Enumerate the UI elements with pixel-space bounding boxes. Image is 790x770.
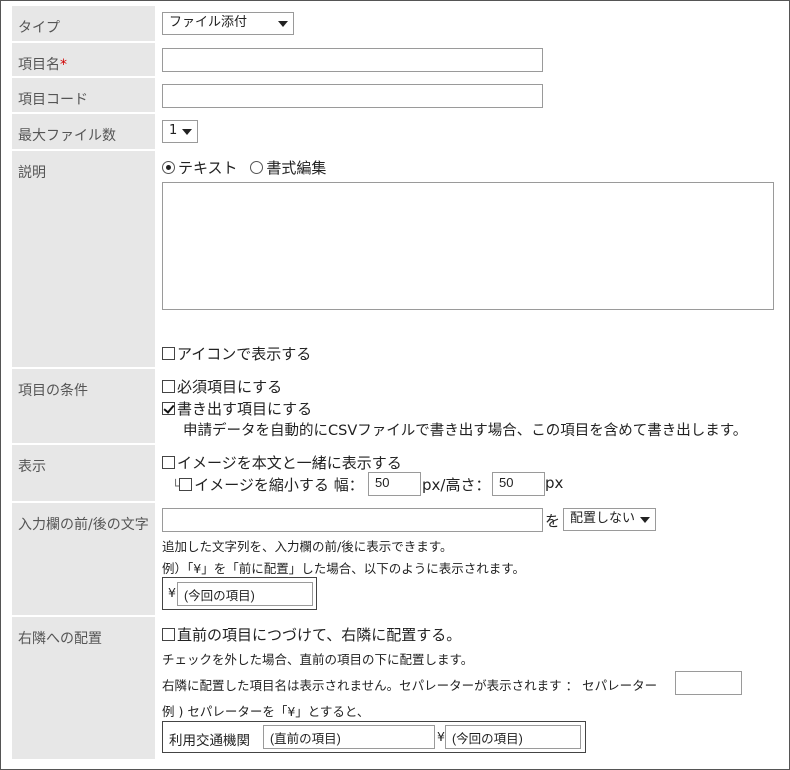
height-input[interactable]: 50 — [492, 472, 545, 496]
export-checkbox[interactable] — [162, 402, 175, 415]
right-placement-note-1: チェックを外した場合、直前の項目の下に配置します。 — [162, 652, 474, 667]
item-code-label: 項目コード — [18, 92, 88, 108]
tree-connector: └ — [172, 479, 180, 493]
px-label: px — [545, 474, 564, 492]
before-after-note-2: 例）「¥」を「前に配置」した場合、以下のように表示されます。 — [162, 561, 525, 576]
right-placement-label: 右隣への配置 — [18, 631, 102, 647]
right-placement-option[interactable]: 直前の項目につづけて、右隣に配置する。 — [162, 624, 461, 645]
chevron-down-icon — [640, 517, 650, 523]
show-icon-option[interactable]: アイコンで表示する — [162, 343, 311, 364]
row-label-type: タイプ — [12, 6, 155, 41]
before-after-label: 入力欄の前/後の文字 — [18, 517, 149, 533]
example-current-item-field-2: (今回の項目) — [445, 725, 581, 749]
item-name-label: 項目名* — [18, 54, 67, 74]
type-label: タイプ — [18, 20, 60, 36]
export-note: 申請データを自動的にCSVファイルで書き出す場合、この項目を含めて書き出します。 — [183, 423, 748, 439]
before-after-text-input[interactable] — [162, 508, 543, 532]
before-after-note-1: 追加した文字列を、入力欄の前/後に表示できます。 — [162, 539, 453, 554]
item-name-text: 項目名 — [18, 57, 60, 73]
max-files-value: 1 — [169, 123, 178, 138]
item-code-input[interactable] — [162, 84, 543, 108]
show-icon-label: アイコンで表示する — [177, 345, 312, 363]
radio-unselected-icon[interactable] — [250, 161, 264, 174]
radio-text-label: テキスト — [178, 159, 238, 177]
required-checkbox[interactable] — [162, 380, 175, 393]
max-files-select[interactable]: 1 — [162, 120, 198, 143]
export-label: 書き出す項目にする — [177, 400, 313, 418]
placement-select-value: 配置しない — [570, 511, 636, 526]
right-placement-note-2: 右隣に配置した項目名は表示されません。セパレーターが表示されます ： セパレータ… — [162, 678, 658, 693]
item-name-input[interactable] — [162, 48, 543, 72]
row-label-max-files: 最大ファイル数 — [12, 114, 155, 149]
type-select[interactable]: ファイル添付 — [162, 12, 294, 35]
width-label: 幅： — [333, 476, 364, 494]
description-textarea[interactable] — [162, 182, 774, 310]
required-label: 必須項目にする — [177, 378, 283, 396]
description-label: 説明 — [18, 165, 46, 181]
chevron-down-icon — [278, 21, 288, 27]
placement-select[interactable]: 配置しない — [563, 508, 656, 531]
radio-rich-label: 書式編集 — [266, 159, 327, 177]
shrink-row: └ イメージを縮小する 幅： — [172, 474, 364, 495]
row-label-conditions: 項目の条件 — [12, 369, 155, 443]
row-label-display: 表示 — [12, 445, 155, 501]
row-label-item-code: 項目コード — [12, 78, 155, 112]
display-label: 表示 — [18, 459, 46, 475]
right-placement-checkbox[interactable] — [162, 628, 175, 641]
radio-text-option[interactable]: テキスト — [162, 159, 238, 177]
example-current-item-field: (今回の項目) — [177, 582, 313, 606]
right-placement-note-3: 例 ) セパレーターを「¥」とすると、 — [162, 704, 370, 719]
chevron-down-icon — [182, 129, 192, 135]
radio-selected-icon[interactable] — [162, 161, 175, 174]
separator-input[interactable] — [675, 671, 742, 695]
px-height-label: px/高さ： — [422, 476, 491, 494]
example-prev-item-field: (直前の項目) — [263, 725, 435, 749]
conditions-label: 項目の条件 — [18, 383, 88, 399]
wo-label: を — [545, 512, 561, 530]
row-label-right-placement: 右隣への配置 — [12, 617, 155, 759]
row-label-item-name: 項目名* — [12, 43, 155, 76]
export-option[interactable]: 書き出す項目にする — [162, 398, 312, 419]
inline-image-option[interactable]: イメージを本文と一緒に表示する — [162, 452, 402, 473]
right-placement-label-text: 直前の項目につづけて、右隣に配置する。 — [177, 626, 462, 644]
inline-image-checkbox[interactable] — [162, 456, 175, 469]
width-input[interactable]: 50 — [368, 472, 421, 496]
example-separator: ¥ — [437, 729, 445, 744]
max-files-label: 最大ファイル数 — [18, 128, 116, 144]
inline-image-label: イメージを本文と一緒に表示する — [177, 454, 402, 472]
example-label: 利用交通機関 — [169, 733, 250, 749]
description-format-radios: テキスト 書式編集 — [162, 157, 326, 178]
required-asterisk: * — [60, 57, 67, 73]
example-prefix: ¥ — [168, 585, 176, 600]
type-select-value: ファイル添付 — [169, 15, 248, 30]
show-icon-checkbox[interactable] — [162, 347, 175, 360]
required-option[interactable]: 必須項目にする — [162, 376, 282, 397]
row-label-before-after: 入力欄の前/後の文字 — [12, 503, 155, 615]
row-label-description: 説明 — [12, 151, 155, 367]
radio-rich-option[interactable]: 書式編集 — [250, 159, 326, 177]
shrink-checkbox[interactable] — [179, 478, 193, 491]
shrink-label: イメージを縮小する — [194, 476, 329, 494]
